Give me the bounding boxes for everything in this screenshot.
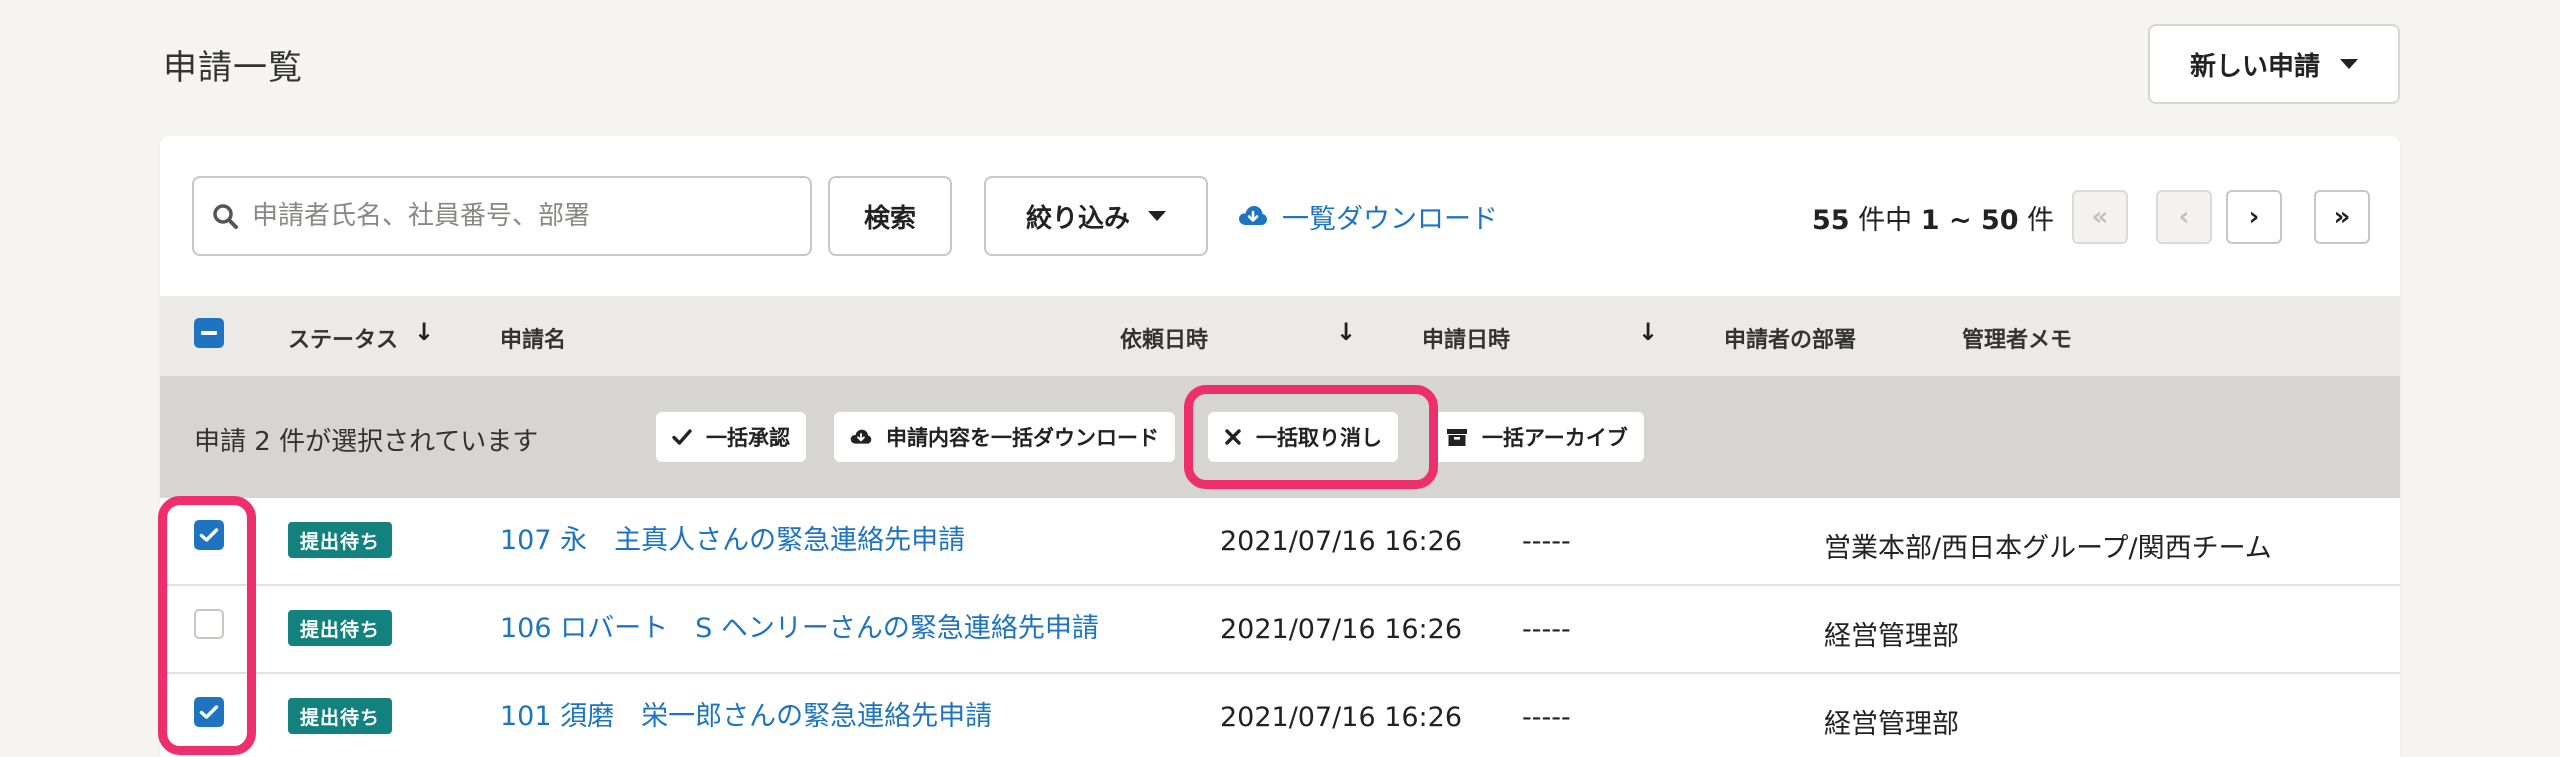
submitted-at: ----- bbox=[1522, 614, 1571, 645]
chevron-right-icon: › bbox=[2248, 202, 2260, 232]
request-name-link[interactable]: 106 ロバート S ヘンリーさんの緊急連絡先申請 bbox=[500, 606, 1099, 645]
bulk-archive-label: 一括アーカイブ bbox=[1482, 426, 1628, 450]
last-page-button[interactable]: » bbox=[2314, 190, 2370, 244]
sort-arrow-down-icon[interactable]: ↓ bbox=[1638, 318, 1658, 346]
search-field[interactable] bbox=[192, 176, 812, 256]
column-status[interactable]: ステータス bbox=[288, 322, 398, 354]
chevron-down-icon bbox=[1148, 211, 1166, 221]
prev-page-button[interactable]: ‹ bbox=[2156, 190, 2212, 244]
highlight-selected-checkboxes bbox=[158, 496, 256, 755]
requested-at: 2021/07/16 16:26 bbox=[1220, 702, 1463, 733]
next-page-button[interactable]: › bbox=[2226, 190, 2282, 244]
bulk-approve-button[interactable]: 一括承認 bbox=[656, 412, 806, 462]
search-input[interactable] bbox=[252, 201, 792, 231]
range-unit: 件 bbox=[2027, 205, 2055, 236]
department: 経営管理部 bbox=[1824, 709, 1959, 740]
select-all-checkbox[interactable] bbox=[194, 318, 224, 348]
bulk-archive-button[interactable]: 一括アーカイブ bbox=[1430, 412, 1644, 462]
status-badge: 提出待ち bbox=[288, 522, 393, 558]
highlight-bulk-cancel bbox=[1184, 385, 1438, 489]
column-request-name: 申請名 bbox=[500, 328, 567, 353]
total-count: 55 bbox=[1812, 205, 1850, 236]
total-unit: 件中 bbox=[1858, 205, 1913, 236]
range-count: 1 ~ 50 bbox=[1920, 205, 2019, 236]
check-icon bbox=[672, 429, 692, 445]
bulk-download-label: 申請内容を一括ダウンロード bbox=[886, 426, 1159, 450]
department: 経営管理部 bbox=[1824, 621, 1959, 652]
chevron-down-icon bbox=[2340, 59, 2358, 69]
column-requested-at[interactable]: 依頼日時 bbox=[1120, 322, 1208, 354]
new-request-label: 新しい申請 bbox=[2189, 51, 2320, 82]
search-icon bbox=[213, 204, 238, 229]
list-download-link[interactable]: 一覧ダウンロード bbox=[1238, 196, 1498, 236]
double-chevron-right-icon: » bbox=[2333, 202, 2351, 232]
chevron-left-icon: ‹ bbox=[2178, 202, 2190, 232]
request-name-link[interactable]: 101 須磨 栄一郎さんの緊急連絡先申請 bbox=[500, 694, 992, 733]
cloud-download-icon bbox=[1239, 206, 1267, 225]
submitted-at: ----- bbox=[1522, 526, 1571, 557]
filter-button[interactable]: 絞り込み bbox=[984, 176, 1208, 256]
list-download-label: 一覧ダウンロード bbox=[1282, 203, 1498, 235]
requested-at: 2021/07/16 16:26 bbox=[1220, 526, 1463, 557]
pagination-count: 55 件中 1 ~ 50 件 bbox=[1812, 198, 2054, 237]
archive-icon bbox=[1447, 429, 1467, 446]
cloud-download-icon bbox=[850, 429, 872, 444]
department: 営業本部/西日本グループ/関西チーム bbox=[1824, 533, 2272, 564]
submitted-at: ----- bbox=[1522, 702, 1571, 733]
sort-arrow-down-icon[interactable]: ↓ bbox=[1336, 318, 1356, 346]
bulk-approve-label: 一括承認 bbox=[706, 426, 790, 450]
filter-label: 絞り込み bbox=[1025, 203, 1130, 234]
bulk-download-button[interactable]: 申請内容を一括ダウンロード bbox=[834, 412, 1175, 462]
new-request-button[interactable]: 新しい申請 bbox=[2148, 24, 2400, 104]
requested-at: 2021/07/16 16:26 bbox=[1220, 614, 1463, 645]
status-badge: 提出待ち bbox=[288, 610, 393, 646]
column-department: 申請者の部署 bbox=[1724, 328, 1857, 353]
selection-count-text: 申請 2 件が選択されています bbox=[194, 427, 539, 457]
double-chevron-left-icon: « bbox=[2091, 202, 2109, 232]
request-name-link[interactable]: 107 永 主真人さんの緊急連絡先申請 bbox=[500, 518, 965, 557]
status-badge: 提出待ち bbox=[288, 698, 393, 734]
first-page-button[interactable]: « bbox=[2072, 190, 2128, 244]
column-submitted-at[interactable]: 申請日時 bbox=[1422, 322, 1510, 354]
sort-arrow-down-icon[interactable]: ↓ bbox=[414, 318, 434, 346]
search-button[interactable]: 検索 bbox=[828, 176, 952, 256]
column-admin-memo: 管理者メモ bbox=[1962, 328, 2073, 353]
page-title: 申請一覧 bbox=[163, 48, 303, 88]
